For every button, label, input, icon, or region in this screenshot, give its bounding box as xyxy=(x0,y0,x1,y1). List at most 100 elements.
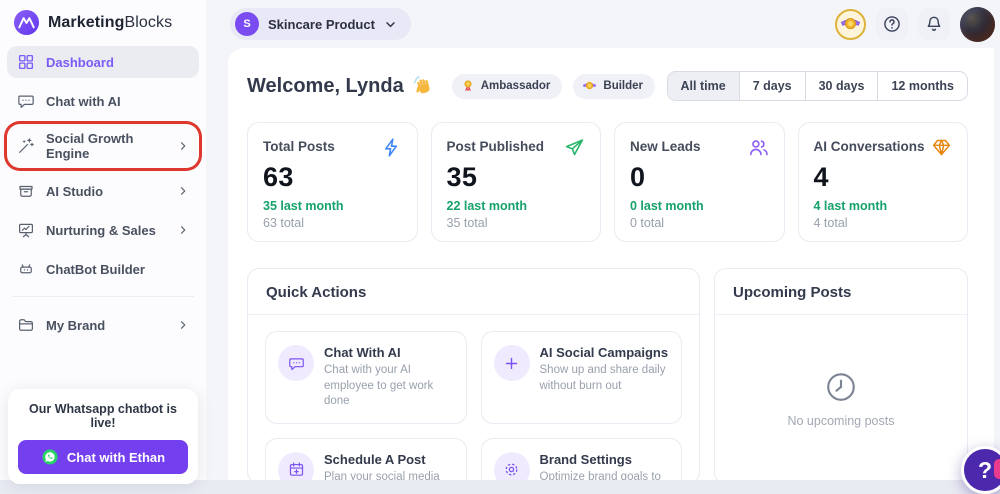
chevron-down-icon xyxy=(384,18,397,31)
chevron-right-icon xyxy=(177,319,189,331)
chevron-right-icon xyxy=(177,224,189,236)
brand-name: MarketingBlocks xyxy=(48,13,173,31)
stat-last-month: 35 last month xyxy=(263,199,344,213)
sidebar-item-label: My Brand xyxy=(46,317,106,333)
bell-icon xyxy=(924,14,944,34)
time-filter-30-days[interactable]: 30 days xyxy=(804,72,878,100)
medal-icon xyxy=(840,14,861,35)
stat-title: Post Published xyxy=(446,139,545,154)
time-filter-7-days[interactable]: 7 days xyxy=(738,72,805,100)
badge-ambassador: Ambassador xyxy=(451,73,563,99)
brand-logo[interactable]: MarketingBlocks xyxy=(0,0,206,44)
quick-action-desc: Plan your social media content xyxy=(324,470,440,480)
user-avatar[interactable] xyxy=(960,6,995,42)
chat-with-ethan-label: Chat with Ethan xyxy=(66,449,166,465)
sidebar-menu: Dashboard Chat with AI Social Growth Eng… xyxy=(0,44,206,341)
workspace-name: Skincare Product xyxy=(268,16,375,32)
calendar-plus-icon xyxy=(278,451,314,480)
time-filter-12-months[interactable]: 12 months xyxy=(877,72,967,100)
quick-action-schedule-a-post[interactable]: Schedule A Post Plan your social media c… xyxy=(265,437,467,480)
badge-label: Builder xyxy=(603,80,644,92)
studio-box-icon xyxy=(17,182,35,200)
sidebar-item-chat-with-ai[interactable]: Chat with AI xyxy=(7,85,199,117)
stats-row: Total Posts 63 35 last month 63 total Po… xyxy=(247,122,968,242)
topbar: S Skincare Product xyxy=(206,0,1000,48)
quick-actions-panel: Quick Actions Chat With AI Chat with you… xyxy=(247,268,700,480)
grid-icon xyxy=(17,53,35,71)
sidebar-item-nurturing-sales[interactable]: Nurturing & Sales xyxy=(7,214,199,246)
waving-hand-icon xyxy=(413,75,435,97)
gear-icon xyxy=(493,451,530,480)
achievement-badges: Ambassador Builder xyxy=(451,73,656,99)
badge-label: Ambassador xyxy=(480,80,551,92)
sidebar: MarketingBlocks Dashboard Chat with AI S… xyxy=(0,0,206,484)
sidebar-item-label: Nurturing & Sales xyxy=(46,222,156,238)
stat-card-post-published: Post Published 35 22 last month 35 total xyxy=(430,122,601,242)
stat-total: 63 total xyxy=(263,216,305,230)
folder-icon xyxy=(17,316,35,334)
sidebar-item-social-growth-engine[interactable]: Social Growth Engine xyxy=(7,124,199,168)
lightning-bolt-icon xyxy=(381,137,402,158)
upcoming-posts-empty-state: No upcoming posts xyxy=(715,315,967,480)
no-upcoming-posts-text: No upcoming posts xyxy=(787,414,895,428)
stat-total: 0 total xyxy=(630,216,665,230)
help-button[interactable] xyxy=(876,8,908,40)
users-icon xyxy=(748,137,769,158)
stat-card-total-posts: Total Posts 63 35 last month 63 total xyxy=(247,122,418,242)
sidebar-divider xyxy=(12,296,194,297)
sidebar-item-ai-studio[interactable]: AI Studio xyxy=(7,175,199,207)
sidebar-item-my-brand[interactable]: My Brand xyxy=(7,309,199,341)
stat-total: 35 total xyxy=(446,216,488,230)
chat-with-ethan-button[interactable]: Chat with Ethan xyxy=(18,440,188,474)
topbar-actions xyxy=(835,6,995,42)
sidebar-item-label: Chat with AI xyxy=(46,93,121,109)
stat-last-month: 0 last month xyxy=(630,199,704,213)
bottom-row: Quick Actions Chat With AI Chat with you… xyxy=(247,268,968,480)
quick-action-title: Brand Settings xyxy=(539,451,632,467)
stat-title: New Leads xyxy=(630,139,701,154)
upcoming-posts-panel: Upcoming Posts No upcoming posts xyxy=(714,268,968,480)
workspace-avatar: S xyxy=(235,12,259,36)
quick-action-chat-with-ai[interactable]: Chat With AI Chat with your AI employee … xyxy=(265,331,467,424)
stat-value: 63 xyxy=(263,162,294,192)
plus-icon xyxy=(493,345,530,381)
quick-action-title: AI Social Campaigns xyxy=(539,345,669,360)
stat-card-new-leads: New Leads 0 0 last month 0 total xyxy=(614,122,785,242)
sidebar-item-label: ChatBot Builder xyxy=(46,261,145,277)
presentation-icon xyxy=(17,221,35,239)
quick-actions-title: Quick Actions xyxy=(248,269,699,315)
marketingblocks-logo-icon xyxy=(13,9,40,36)
welcome-title: Welcome, Lynda xyxy=(247,74,404,97)
clock-icon xyxy=(824,370,858,404)
sidebar-item-label: AI Studio xyxy=(46,183,104,199)
stat-last-month: 4 last month xyxy=(813,199,888,213)
help-circle-icon xyxy=(882,14,902,34)
medal-ribbon-icon xyxy=(461,79,475,93)
quick-action-brand-settings[interactable]: Brand Settings Optimize brand goals to k… xyxy=(480,437,682,480)
time-filter: All time 7 days 30 days 12 months xyxy=(666,71,968,101)
quick-actions-grid: Chat With AI Chat with your AI employee … xyxy=(248,315,699,480)
gem-icon xyxy=(931,137,952,158)
rewards-medal-button[interactable] xyxy=(835,8,866,40)
quick-action-title: Chat With AI xyxy=(324,345,401,360)
paper-plane-icon xyxy=(564,137,585,158)
time-filter-all-time[interactable]: All time xyxy=(667,72,739,100)
stat-value: 35 xyxy=(446,162,478,192)
stat-last-month: 22 last month xyxy=(446,199,528,213)
winged-medal-icon xyxy=(582,79,597,94)
workspace-selector[interactable]: S Skincare Product xyxy=(230,8,411,40)
welcome-row: Welcome, Lynda Ambassador Builder All ti… xyxy=(247,71,968,101)
quick-action-desc: Optimize brand goals to keep your agents… xyxy=(539,470,661,480)
notifications-button[interactable] xyxy=(918,8,950,40)
stat-total: 4 total xyxy=(813,216,848,230)
sidebar-item-dashboard[interactable]: Dashboard xyxy=(7,46,199,78)
whatsapp-icon xyxy=(41,448,59,466)
chevron-right-icon xyxy=(177,140,189,152)
sidebar-item-chatbot-builder[interactable]: ChatBot Builder xyxy=(7,253,199,285)
stat-card-ai-conversations: AI Conversations 4 4 last month 4 total xyxy=(797,122,968,242)
stat-title: Total Posts xyxy=(263,139,335,154)
whatsapp-promo-card: Our Whatsapp chatbot is live! Chat with … xyxy=(8,389,198,484)
quick-action-desc: Chat with your AI employee to get work d… xyxy=(324,364,434,408)
sidebar-item-label: Dashboard xyxy=(46,54,114,70)
quick-action-ai-social-campaigns[interactable]: AI Social Campaigns Show up and share da… xyxy=(480,331,682,424)
